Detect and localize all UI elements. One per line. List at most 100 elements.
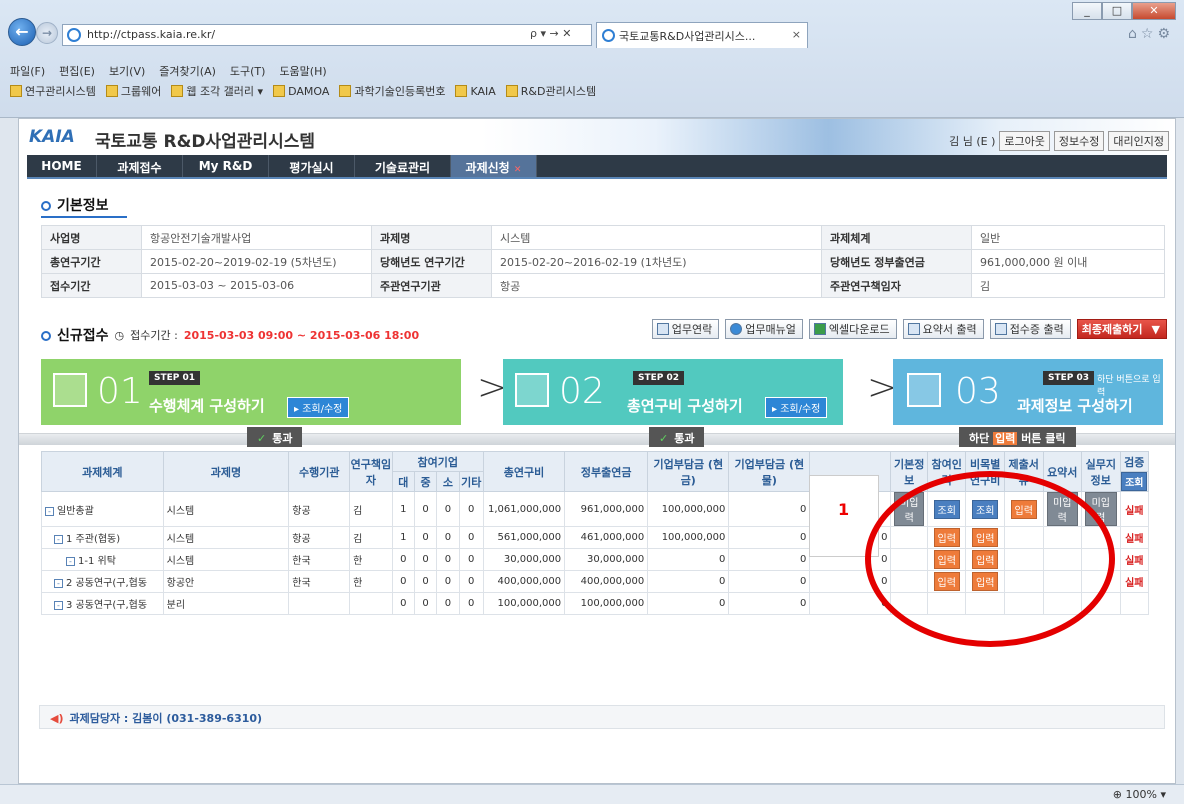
verify-result: 실패: [1119, 570, 1150, 593]
step-2: 02 STEP 02 총연구비 구성하기 ▸ 조회/수정: [503, 359, 843, 425]
nav-myrnd[interactable]: My R&D: [183, 155, 269, 177]
step-number: 02: [559, 371, 605, 412]
verify-view-button[interactable]: 조회: [1121, 472, 1148, 491]
favorite-icon: [505, 85, 518, 97]
logout-button[interactable]: 로그아웃: [999, 131, 1050, 151]
fav-5[interactable]: 과학기술인등록번호: [339, 83, 445, 99]
manual-button[interactable]: 업무매뉴얼: [725, 319, 803, 339]
close-window-button[interactable]: ✕: [1132, 2, 1176, 20]
back-button[interactable]: ←: [8, 18, 36, 46]
nav-evaluation[interactable]: 평가실시: [269, 155, 355, 177]
menu-view[interactable]: 보기(V): [109, 63, 145, 78]
header-project: 과제명: [162, 451, 290, 492]
nav-application[interactable]: 과제신청 ✕: [451, 155, 537, 177]
info-value: 김: [971, 273, 1165, 298]
printer-icon: [994, 323, 1007, 335]
favorites-bar: 연구관리시스템 그룹웨어 웹 조각 갤러리 ▾ DAMOA 과학기술인등록번호 …: [0, 80, 1184, 102]
toolbar-icons[interactable]: ⌂☆⚙: [1128, 26, 1174, 42]
info-label: 과제명: [371, 225, 492, 250]
header-total: 총연구비: [482, 451, 566, 492]
info-label: 접수기간: [41, 273, 142, 298]
status-bar: ⊕ 100% ▾: [0, 784, 1184, 804]
fav-1[interactable]: 연구관리시스템: [10, 83, 96, 99]
close-tab-icon[interactable]: ×: [792, 28, 801, 41]
print-summary-button[interactable]: 요약서 출력: [902, 319, 984, 339]
menu-help[interactable]: 도움말(H): [279, 63, 326, 78]
ring-icon: [41, 331, 51, 341]
info-value: 항공안전기술개발사업: [141, 225, 372, 250]
business-contact-button[interactable]: 업무연락: [651, 319, 720, 339]
step-badge: STEP 01: [149, 371, 201, 385]
menu-favorites[interactable]: 즐겨찾기(A): [159, 63, 216, 78]
nav-home[interactable]: HOME: [27, 155, 97, 177]
close-tab-icon[interactable]: ✕: [514, 165, 522, 175]
info-value: 961,000,000 원 이내: [971, 249, 1165, 274]
subheader: 대: [391, 471, 415, 492]
fav-4[interactable]: DAMOA: [273, 84, 329, 98]
favorite-icon: [273, 84, 286, 97]
maximize-button[interactable]: □: [1102, 2, 1132, 20]
favorite-icon: [105, 85, 118, 97]
header-kind: 기업부담금 (현물): [728, 451, 811, 492]
step-title: 과제정보 구성하기: [1017, 397, 1133, 415]
subheader: 중: [413, 471, 438, 492]
ie-icon: [602, 29, 615, 42]
kaia-logo[interactable]: KAIA: [29, 127, 75, 147]
collapse-icon[interactable]: -: [54, 579, 63, 588]
excel-download-button[interactable]: 엑셀다운로드: [808, 319, 897, 339]
collapse-icon[interactable]: -: [54, 601, 63, 610]
page: KAIA 국토교통 R&D사업관리시스템 김 님 (E ) 로그아웃 정보수정 …: [18, 118, 1176, 784]
info-label: 당해년도 연구기간: [371, 249, 492, 274]
subheader: 소: [436, 471, 460, 492]
step2-view-edit-button[interactable]: ▸ 조회/수정: [765, 397, 828, 418]
forward-button[interactable]: →: [36, 22, 58, 44]
browser-chrome: _ □ ✕ ← → http://ctpass.kaia.re.kr/ ρ ▾ …: [0, 0, 1184, 118]
info-value: 2015-02-20~2019-02-19 (5차년도): [141, 249, 372, 274]
menu-edit[interactable]: 편집(E): [59, 63, 95, 78]
print-receipt-button[interactable]: 접수증 출력: [989, 319, 1071, 339]
minimize-button[interactable]: _: [1072, 2, 1102, 20]
doc-icon: [656, 323, 669, 335]
header-verify: 검증: [1119, 451, 1150, 472]
fav-7[interactable]: R&D관리시스템: [505, 83, 596, 99]
tab-title: 국토교통R&D사업관리시스...: [619, 30, 756, 43]
verify-result: 실패: [1119, 526, 1150, 549]
step-badge: STEP 03: [1043, 371, 1095, 385]
speaker-icon: ◀): [50, 712, 64, 725]
contact-bar: ◀) 과제담당자 : 김봄이 (031-389-6310): [39, 705, 1165, 729]
final-submit-button[interactable]: 최종제출하기 ▼: [1076, 319, 1167, 339]
collapse-icon[interactable]: -: [66, 557, 75, 566]
header-companies: 참여기업: [391, 451, 484, 472]
basic-info-table: 사업명 항공안전기술개발사업 과제명 시스템 과제체계 일반 총연구기간 2015-02…: [41, 225, 1165, 298]
step1-view-edit-button[interactable]: ▸ 조회/수정: [287, 397, 350, 418]
browser-tab[interactable]: 국토교통R&D사업관리시스... ×: [596, 22, 808, 48]
user-name: 김 님 (E ): [949, 135, 996, 148]
header-org: 수행기관: [288, 451, 351, 492]
address-bar[interactable]: http://ctpass.kaia.re.kr/: [62, 24, 592, 46]
step-badge: STEP 02: [633, 371, 685, 385]
fav-6[interactable]: KAIA: [455, 84, 496, 98]
fav-2[interactable]: 그룹웨어: [105, 83, 161, 99]
info-label: 사업명: [41, 225, 142, 250]
collapse-icon[interactable]: -: [54, 535, 63, 544]
fav-3[interactable]: 웹 조각 갤러리 ▾: [171, 83, 263, 99]
nav-receipt[interactable]: 과제접수: [97, 155, 183, 177]
menu-tools[interactable]: 도구(T): [230, 63, 266, 78]
global-nav: HOME 과제접수 My R&D 평가실시 기술료관리 과제신청 ✕: [27, 155, 1167, 179]
zoom-icon: ⊕: [1112, 788, 1123, 801]
step-title: 총연구비 구성하기: [627, 397, 743, 415]
delegate-button[interactable]: 대리인지정: [1108, 131, 1169, 151]
info-label: 주관연구책임자: [821, 273, 972, 298]
step2-status: ✓ 통과: [649, 427, 705, 447]
zoom-level[interactable]: 100%: [1126, 788, 1157, 801]
address-controls[interactable]: ρ ▾ → ✕: [530, 27, 571, 40]
chevron-down-icon: ▼: [1151, 322, 1160, 336]
edit-info-button[interactable]: 정보수정: [1053, 131, 1105, 151]
window-buttons: _ □ ✕: [1072, 2, 1176, 20]
period-value: 2015-03-03 09:00 ~ 2015-03-06 18:00: [183, 328, 420, 342]
nav-royalty[interactable]: 기술료관리: [355, 155, 451, 177]
info-value: 일반: [971, 225, 1165, 250]
header-gov: 정부출연금: [564, 451, 649, 492]
collapse-icon[interactable]: -: [45, 506, 54, 516]
menu-file[interactable]: 파일(F): [10, 63, 45, 78]
